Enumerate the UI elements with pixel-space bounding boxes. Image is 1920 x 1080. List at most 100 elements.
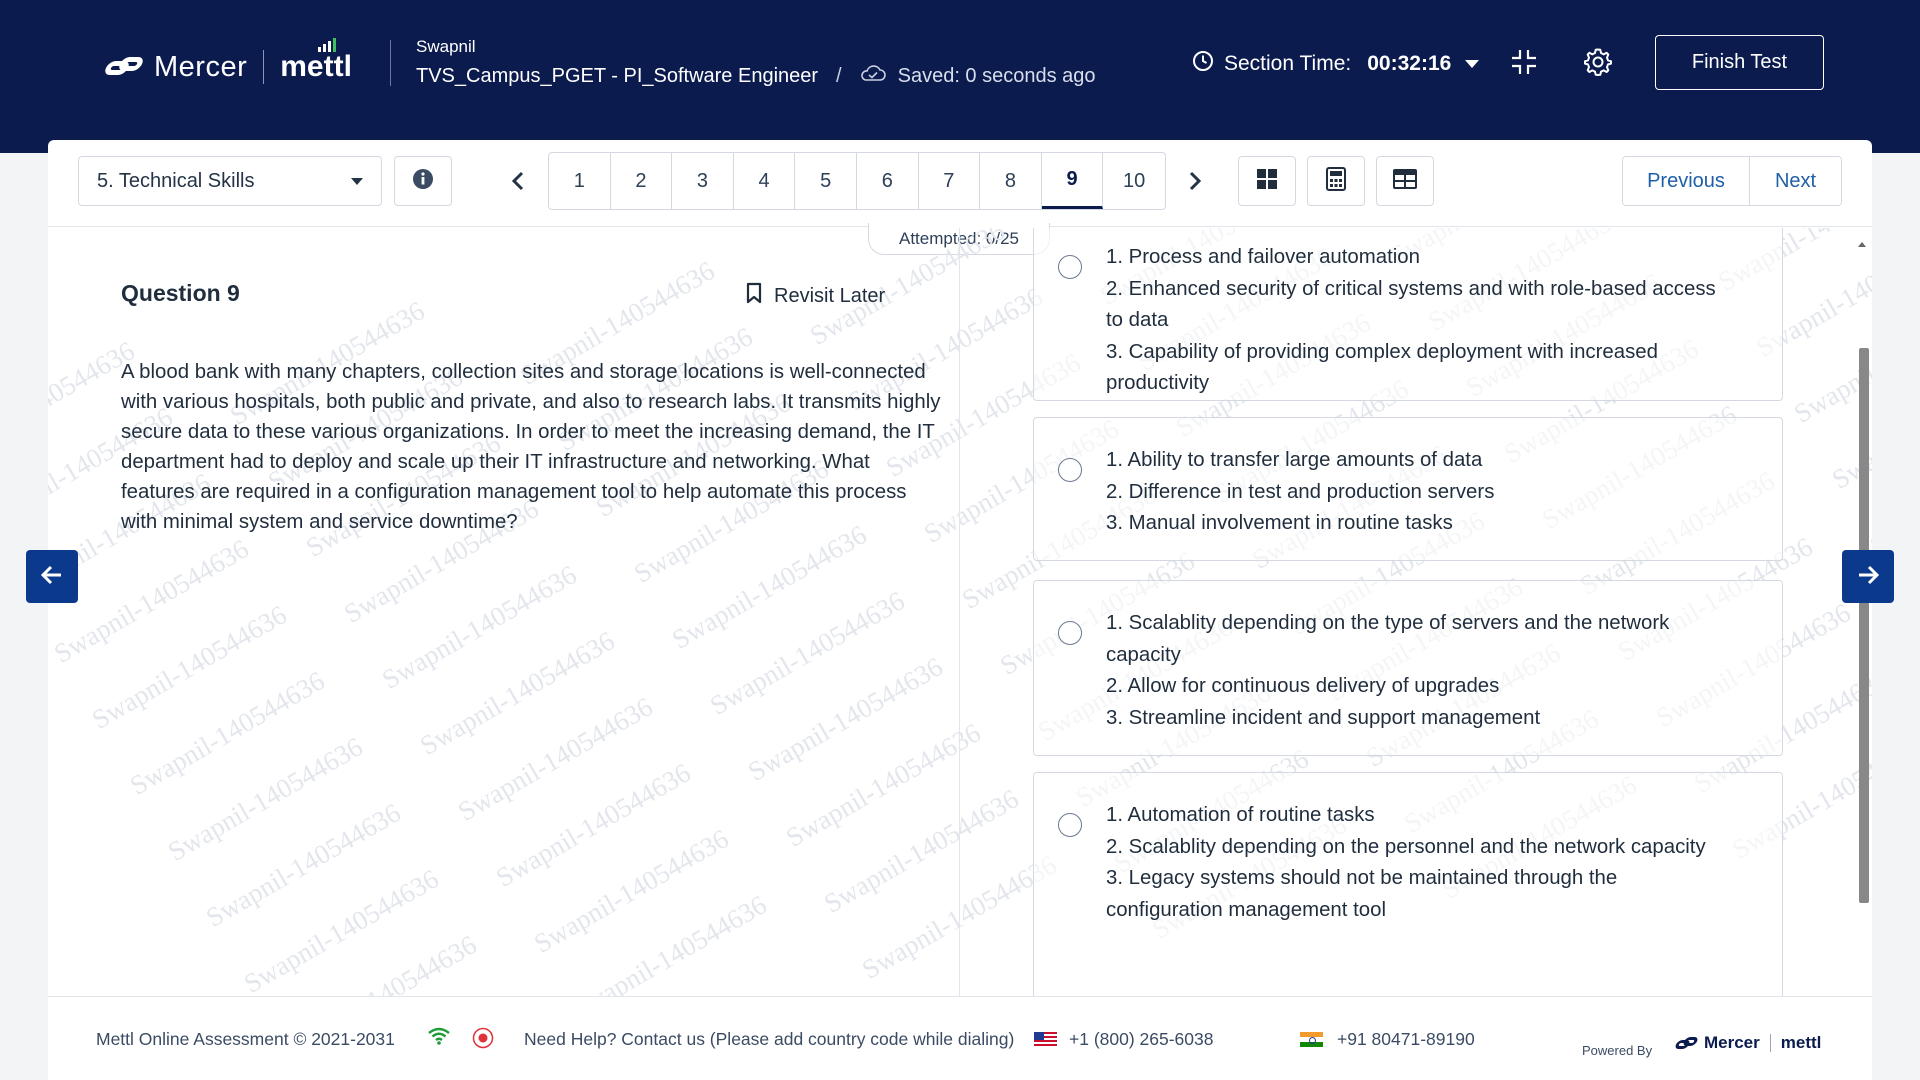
section-timer[interactable]: Section Time: 00:32:16 [1192,50,1480,78]
phone-in-number: +91 80471-89190 [1337,1029,1475,1049]
option-radio[interactable] [1058,255,1082,279]
option-line: 2. Allow for continuous delivery of upgr… [1106,675,1500,697]
phone-us-number: +1 (800) 265-6038 [1069,1029,1214,1049]
footer: Mettl Online Assessment © 2021-2031 Need… [48,996,1872,1080]
brand-divider [263,50,265,84]
mercer-logo-icon [102,55,146,79]
option-line: 3. Legacy systems should not be maintain… [1106,867,1618,921]
breadcrumb-separator: / [836,64,842,87]
question-text: A blood bank with many chapters, collect… [121,361,941,533]
option-line: 1. Scalablity depending on the type of s… [1106,612,1670,666]
next-button[interactable]: Next [1750,157,1841,205]
grid-view-icon [1256,168,1278,195]
next-page-arrow[interactable] [1183,166,1207,196]
page-button-6[interactable]: 6 [857,153,919,209]
info-icon [412,168,434,195]
wifi-icon [427,1027,451,1045]
mettl-bars-icon [318,38,337,52]
record-icon [472,1027,494,1049]
option-line: 2. Enhanced security of critical systems… [1106,277,1716,332]
page-button-3[interactable]: 3 [672,153,734,209]
phone-in[interactable]: +91 80471-89190 [1300,1029,1475,1050]
option-2[interactable]: 1. Ability to transfer large amounts of … [1033,417,1783,561]
page-button-1[interactable]: 1 [549,153,611,209]
brand-mercer: Mercer [154,50,248,83]
section-time-value: 00:32:16 [1367,52,1452,75]
section-select[interactable]: 5. Technical Skills [78,156,382,206]
page-button-8[interactable]: 8 [980,153,1042,209]
options-scrollbar[interactable] [1856,228,1870,998]
question-pager: 1 2 3 4 5 6 7 8 9 10 [548,152,1166,210]
option-4[interactable]: 1. Automation of routine tasks 2. Scalabl… [1033,772,1783,998]
table-icon [1393,168,1417,194]
header-divider [390,40,391,86]
calculator-button[interactable] [1307,156,1365,206]
collapse-icon[interactable] [1508,46,1540,78]
option-line: 3. Manual involvement in routine tasks [1106,512,1453,534]
india-flag-icon [1300,1032,1323,1047]
section-time-label: Section Time: [1224,52,1352,75]
chevron-down-icon [351,178,363,185]
previous-button[interactable]: Previous [1623,157,1750,205]
phone-us[interactable]: +1 (800) 265-6038 [1034,1029,1214,1050]
option-3[interactable]: 1. Scalablity depending on the type of s… [1033,580,1783,756]
section-select-value: 5. Technical Skills [97,169,255,192]
calculator-icon [1326,166,1346,196]
option-radio[interactable] [1058,458,1082,482]
option-line: 1. Ability to transfer large amounts of … [1106,449,1483,471]
option-text: 1. Process and failover automation 2. Enh… [1106,242,1726,400]
footer-brand-logo: Mercer mettl [1673,1033,1822,1053]
section-info-button[interactable] [394,156,452,206]
previous-question-arrow[interactable] [26,550,78,603]
brand-mettl: mettl [280,38,352,84]
top-header: Mercer mettl Swapnil TVS_Campus_PGET - P… [0,0,1920,153]
footer-brand-mettl: mettl [1780,1033,1822,1052]
option-text: 1. Ability to transfer large amounts of … [1106,445,1726,540]
gear-icon[interactable] [1582,46,1614,78]
option-1[interactable]: 1. Process and failover automation 2. Enh… [1033,228,1783,401]
revisit-later-button[interactable]: Revisit Later [746,282,885,310]
finish-test-button[interactable]: Finish Test [1655,35,1824,90]
question-title: Question 9 [121,280,240,306]
page-button-10[interactable]: 10 [1103,153,1165,209]
options-pane: 1. Process and failover automation 2. Enh… [1033,228,1783,998]
next-question-arrow[interactable] [1842,550,1894,603]
page-button-5[interactable]: 5 [795,153,857,209]
option-line: 2. Difference in test and production ser… [1106,480,1495,503]
table-view-button[interactable] [1376,156,1434,206]
option-radio[interactable] [1058,621,1082,645]
bookmark-icon [746,282,762,310]
arrow-left-icon [40,561,63,592]
revisit-later-label: Revisit Later [774,284,886,307]
page-button-7[interactable]: 7 [919,153,981,209]
question-content: Swapnil-140544636 Swapnil-140544636 Swapni… [48,228,1872,998]
prev-page-arrow[interactable] [506,166,530,196]
saved-status: Saved: 0 seconds ago [897,64,1096,87]
page-button-4[interactable]: 4 [734,153,796,209]
arrow-right-icon [1857,561,1880,592]
scroll-thumb[interactable] [1859,348,1869,903]
option-line: 1. Process and failover automation [1106,246,1420,268]
candidate-name: Swapnil [416,37,476,56]
option-line: 3. Streamline incident and support manag… [1106,706,1541,729]
option-text: 1. Scalablity depending on the type of s… [1106,608,1726,734]
question-nav: Previous Next [1622,156,1842,206]
page-button-9[interactable]: 9 [1041,153,1104,209]
mercer-logo-icon [1673,1036,1700,1050]
scroll-up-arrow[interactable] [1858,242,1866,247]
grid-view-button[interactable] [1238,156,1296,206]
option-line: 3. Capability of providing complex deplo… [1106,340,1658,395]
option-line: 2. Scalablity depending on the personnel… [1106,835,1706,858]
chevron-down-icon[interactable] [1465,60,1480,68]
help-text: Need Help? Contact us (Please add countr… [524,1029,1015,1049]
clock-icon [1192,50,1214,78]
option-line: 1. Automation of routine tasks [1106,804,1375,826]
brand-logo: Mercer mettl [102,38,352,84]
footer-brand-divider [1769,1034,1771,1052]
cloud-icon [860,64,886,88]
option-radio[interactable] [1058,813,1082,837]
page-button-2[interactable]: 2 [611,153,673,209]
option-text: 1. Automation of routine tasks 2. Scalabl… [1106,800,1726,926]
us-flag-icon [1034,1032,1057,1047]
powered-by-label: Powered By [1582,1043,1653,1058]
